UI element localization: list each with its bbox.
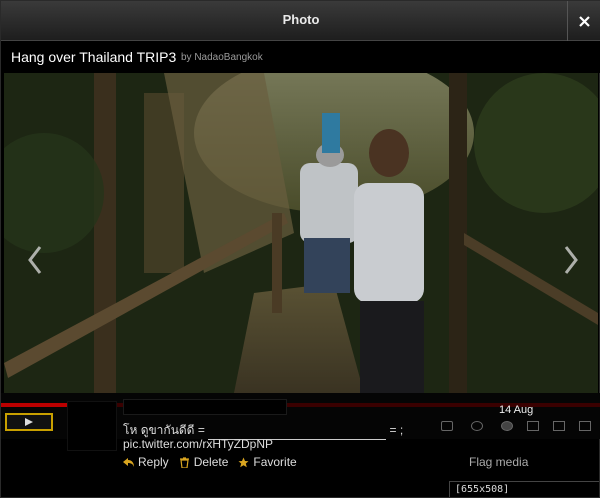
captions-control[interactable]	[441, 421, 453, 431]
photo-caption: Hang over Thailand TRIP3 by NadaoBangkok	[1, 41, 600, 73]
avatar[interactable]	[67, 401, 117, 451]
delete-action[interactable]: Delete	[179, 455, 229, 469]
modal-header: Photo	[1, 1, 600, 41]
next-photo-button[interactable]	[560, 243, 582, 277]
modal-title: Photo	[282, 12, 320, 27]
trash-icon	[179, 456, 189, 468]
chevron-right-icon	[564, 246, 578, 274]
reply-label: Reply	[138, 455, 169, 469]
redacted-user-name	[123, 399, 287, 415]
image-host-badge: [655x508] http://upic.me/	[449, 481, 599, 497]
tweet-media-link[interactable]: pic.twitter.com/rxHTyZDpNP	[123, 437, 273, 451]
tweet-text-prefix: โห ดูขากันดีดี =	[123, 423, 209, 437]
star-icon	[238, 457, 249, 467]
photo-frame[interactable]	[4, 73, 598, 393]
chevron-left-icon	[28, 246, 42, 274]
fullscreen-control[interactable]	[579, 421, 591, 431]
quality-control[interactable]	[501, 421, 513, 431]
theater-control[interactable]	[553, 421, 565, 431]
play-icon	[25, 418, 33, 426]
flag-media-link[interactable]: Flag media	[469, 455, 528, 469]
settings-control[interactable]	[471, 421, 483, 431]
favorite-action[interactable]: Favorite	[238, 455, 297, 469]
tweet-text-suffix: = ;	[386, 423, 404, 437]
photo-scene	[4, 73, 598, 393]
favorite-label: Favorite	[253, 455, 297, 469]
close-button[interactable]	[567, 1, 600, 41]
popout-control[interactable]	[527, 421, 539, 431]
media-title: Hang over Thailand TRIP3	[11, 49, 177, 65]
photo-modal: Photo Hang over Thailand TRIP3 by NadaoB…	[0, 0, 600, 498]
reply-action[interactable]: Reply	[123, 455, 169, 469]
previous-photo-button[interactable]	[24, 243, 46, 277]
close-icon	[579, 15, 590, 27]
reply-icon	[123, 457, 134, 467]
tweet-date: 14 Aug	[499, 404, 534, 416]
tweet-actions: Reply Delete Favorite	[123, 455, 297, 469]
delete-label: Delete	[193, 455, 229, 469]
media-author: by NadaoBangkok	[181, 52, 263, 63]
play-button[interactable]	[5, 413, 53, 431]
